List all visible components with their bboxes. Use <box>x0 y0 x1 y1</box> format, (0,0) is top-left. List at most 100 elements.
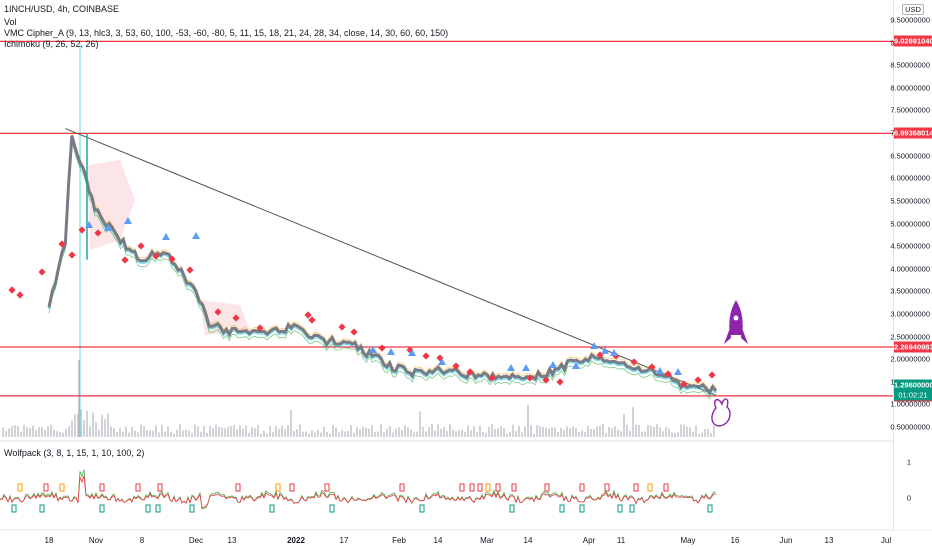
volume-bar <box>368 428 370 437</box>
volume-bar <box>659 427 661 437</box>
volume-bar <box>14 425 16 437</box>
bull-triangle <box>387 348 395 355</box>
volume-bar <box>470 430 472 437</box>
oscillator-tick: 1 <box>906 457 911 467</box>
volume-bar <box>377 431 379 437</box>
volume-bar <box>533 433 535 437</box>
volume-bar <box>107 413 109 437</box>
volume-bar <box>290 409 292 437</box>
volume-bar <box>8 428 10 437</box>
volume-bar <box>74 414 76 437</box>
time-tick: Jun <box>779 536 793 545</box>
volume-bar <box>143 426 145 437</box>
volume-bar <box>236 429 238 437</box>
volume-bar <box>302 431 304 437</box>
ema-line <box>48 132 717 391</box>
volume-bar <box>398 427 400 437</box>
volume-bar <box>155 425 157 437</box>
time-tick: 17 <box>339 536 349 545</box>
volume-bar <box>239 425 241 437</box>
volume-bar <box>350 425 352 437</box>
volume-bar <box>686 426 688 437</box>
volume-bar <box>578 431 580 437</box>
volume-bar <box>683 424 685 437</box>
volume-bar <box>674 432 676 437</box>
volume-bar <box>269 425 271 437</box>
wolfpack-legend[interactable]: Wolfpack (3, 8, 1, 15, 1, 10, 100, 2) <box>4 448 144 458</box>
volume-bar <box>416 431 418 437</box>
volume-bar <box>371 425 373 437</box>
volume-bar <box>458 430 460 437</box>
ichimoku-legend[interactable]: Ichimoku (9, 26, 52, 26) <box>4 39 99 49</box>
wolfpack-buy-box <box>155 504 161 513</box>
volume-bar <box>479 425 481 437</box>
volume-bar <box>704 429 706 437</box>
volume-bar <box>365 427 367 437</box>
volume-bar <box>11 425 13 437</box>
volume-bar <box>344 431 346 437</box>
volume-bar <box>293 431 295 437</box>
volume-bar <box>245 425 247 437</box>
wolfpack-buy-box <box>39 504 45 513</box>
volume-bar <box>506 433 508 437</box>
volume-bar <box>335 427 337 437</box>
volume-bar <box>275 426 277 437</box>
volume-bar <box>23 424 25 437</box>
volume-bar <box>518 425 520 437</box>
vol-legend[interactable]: Vol <box>4 17 17 27</box>
rocket-window <box>733 315 739 321</box>
volume-bar <box>191 433 193 437</box>
wolfpack-sell-box <box>469 483 475 492</box>
rocket-fin <box>741 328 748 344</box>
volume-bar <box>515 431 517 437</box>
volume-bar <box>692 431 694 437</box>
volume-bar <box>203 425 205 437</box>
volume-bar <box>662 431 664 437</box>
volume-bar <box>554 427 556 437</box>
volume-bar <box>359 429 361 437</box>
volume-bar <box>125 426 127 437</box>
volume-bar <box>386 428 388 437</box>
currency-badge[interactable]: USD <box>902 4 924 15</box>
volume-bar <box>113 428 115 437</box>
volume-bar <box>605 433 607 437</box>
bear-diamond <box>708 371 716 379</box>
price-tick: 2.50000000 <box>890 332 930 342</box>
volume-bar <box>5 431 7 437</box>
time-tick: May <box>680 536 696 545</box>
volume-bar <box>173 433 175 437</box>
main-chart[interactable] <box>0 0 932 550</box>
bear-diamond <box>68 251 76 259</box>
bear-diamond <box>422 352 430 360</box>
volume-bar <box>563 429 565 437</box>
bear-diamond <box>694 376 702 384</box>
volume-bar <box>257 425 259 437</box>
volume-bar <box>326 431 328 437</box>
volume-bar <box>122 431 124 437</box>
volume-bar <box>272 432 274 437</box>
volume-bar <box>119 428 121 437</box>
volume-bar <box>539 426 541 437</box>
volume-bar <box>347 430 349 437</box>
volume-bar <box>374 432 376 437</box>
volume-bar <box>407 427 409 437</box>
volume-bar <box>215 424 217 437</box>
volume-bar <box>572 426 574 437</box>
volume-bar <box>596 426 598 437</box>
price-axis[interactable]: 9.500000009.000000008.500000008.00000000… <box>890 0 932 530</box>
oscillator-tick: 0 <box>906 493 911 503</box>
volume-bar <box>548 428 550 437</box>
wolfpack-sell-box <box>544 483 550 492</box>
volume-bar <box>545 427 547 437</box>
wolfpack-buy-box <box>419 504 425 513</box>
volume-bar <box>116 431 118 437</box>
bear-diamond <box>121 256 129 264</box>
volume-bar <box>230 426 232 437</box>
time-tick: Jul <box>880 536 892 545</box>
wolfpack-sell-box <box>459 483 465 492</box>
volume-bar <box>209 425 211 437</box>
volume-bar <box>242 428 244 437</box>
wolfpack-buy-box <box>329 504 335 513</box>
volume-bar <box>329 433 331 437</box>
cipher-legend[interactable]: VMC Cipher_A (9, 13, hlc3, 3, 53, 60, 10… <box>4 28 448 38</box>
